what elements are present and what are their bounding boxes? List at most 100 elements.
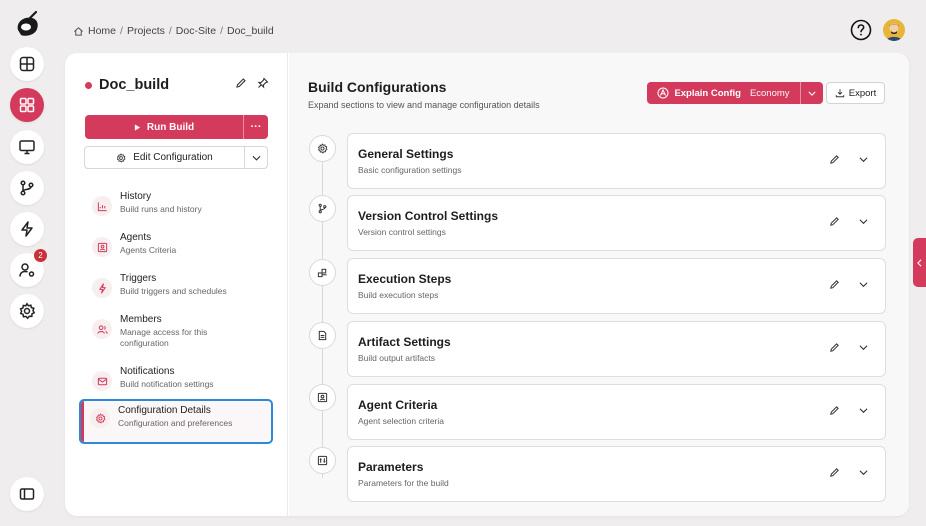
agent-icon (97, 242, 107, 252)
nav-item-title: History (120, 191, 152, 202)
nav-icon-wrap (92, 278, 112, 298)
bolt-icon (98, 282, 106, 294)
run-build-button[interactable]: Run Build (85, 115, 244, 139)
section-step-marker (309, 259, 336, 286)
ai-icon (657, 87, 669, 99)
rail-triggers-button[interactable] (10, 212, 44, 246)
section-subtitle: Version control settings (358, 227, 446, 237)
section-agent-criteria[interactable]: Agent Criteria Agent selection criteria (347, 384, 886, 440)
steps-icon (317, 268, 327, 278)
breadcrumb-site[interactable]: Doc-Site (176, 25, 216, 37)
export-button[interactable]: Export (826, 82, 885, 104)
rail-sidebar-toggle-button[interactable] (10, 477, 44, 511)
nav-icon-wrap (92, 237, 112, 257)
gear-icon (117, 152, 126, 163)
nav-item-subtitle: Build runs and history (120, 204, 202, 214)
nav-item-members[interactable]: Members Manage access for this configura… (83, 314, 271, 349)
section-general-settings[interactable]: General Settings Basic configuration set… (347, 133, 886, 189)
parameters-icon (317, 455, 328, 466)
pencil-icon[interactable] (829, 216, 840, 227)
explain-config-dropdown[interactable] (801, 82, 823, 104)
section-title: General Settings (358, 147, 454, 161)
git-branch-icon (318, 203, 327, 214)
nav-item-subtitle: Configuration and preferences (118, 418, 233, 428)
app-logo-icon[interactable] (12, 10, 42, 40)
pencil-icon[interactable] (235, 77, 247, 89)
breadcrumb-separator: / (168, 25, 172, 37)
git-branch-icon (20, 180, 34, 196)
explain-mode-label: Economy (749, 87, 790, 99)
play-icon (134, 123, 141, 131)
nav-item-configuration-details[interactable]: Configuration Details Configuration and … (79, 399, 273, 444)
rail-vcs-button[interactable] (10, 171, 44, 205)
dashboard-icon (19, 97, 35, 113)
chevron-left-icon (917, 258, 922, 267)
sidebar-toggle-icon (19, 488, 35, 500)
breadcrumb-home[interactable]: Home (88, 25, 116, 37)
section-parameters[interactable]: Parameters Parameters for the build (347, 446, 886, 502)
chevron-down-icon[interactable] (859, 469, 868, 476)
side-panel-toggle[interactable] (913, 238, 926, 287)
section-version-control-settings[interactable]: Version Control Settings Version control… (347, 195, 886, 251)
rail-dashboard-button[interactable] (10, 88, 44, 122)
explain-config-button[interactable]: Explain Config Economy (647, 82, 801, 104)
breadcrumb-separator: / (220, 25, 223, 37)
nav-item-agents[interactable]: Agents Agents Criteria (83, 232, 271, 257)
breadcrumb-projects[interactable]: Projects (127, 25, 165, 37)
pencil-icon[interactable] (829, 279, 840, 290)
section-title: Version Control Settings (358, 209, 499, 223)
project-name: Doc_build (99, 77, 170, 93)
gear-icon (95, 412, 106, 424)
breadcrumb-separator: / (120, 25, 123, 37)
chevron-down-icon[interactable] (859, 407, 868, 414)
section-artifact-settings[interactable]: Artifact Settings Build output artifacts (347, 321, 886, 377)
rail-settings-button[interactable] (10, 294, 44, 328)
nav-item-history[interactable]: History Build runs and history (83, 191, 271, 216)
bolt-icon (21, 221, 33, 237)
section-step-marker (309, 322, 336, 349)
nav-item-title: Agents (120, 232, 152, 243)
gear-icon (19, 302, 36, 320)
pin-icon[interactable] (257, 77, 269, 89)
layout-icon (19, 56, 35, 72)
edit-configuration-label: Edit Configuration (133, 152, 213, 163)
section-subtitle: Basic configuration settings (358, 165, 462, 175)
chevron-down-icon[interactable] (859, 218, 868, 225)
nav-item-notifications[interactable]: Notifications Build notification setting… (83, 366, 271, 391)
section-subtitle: Parameters for the build (358, 478, 449, 488)
agent-icon (317, 392, 328, 403)
nav-item-subtitle: configuration (120, 338, 169, 348)
chevron-down-icon[interactable] (859, 281, 868, 288)
rail-layout-button[interactable] (10, 47, 44, 81)
mail-icon (97, 377, 107, 385)
page-subtitle: Expand sections to view and manage confi… (308, 100, 540, 110)
nav-icon-wrap (92, 196, 112, 216)
nav-item-subtitle: Manage access for this (120, 327, 208, 337)
pencil-icon[interactable] (829, 467, 840, 478)
pencil-icon[interactable] (829, 342, 840, 353)
nav-item-triggers[interactable]: Triggers Build triggers and schedules (83, 273, 271, 298)
home-icon[interactable] (73, 26, 84, 37)
edit-configuration-button[interactable]: Edit Configuration (85, 147, 245, 168)
avatar[interactable] (883, 19, 905, 41)
edit-configuration-dropdown[interactable] (245, 147, 267, 168)
nav-item-subtitle: Build notification settings (120, 379, 214, 389)
help-icon[interactable] (850, 19, 872, 41)
section-execution-steps[interactable]: Execution Steps Build execution steps (347, 258, 886, 314)
pencil-icon[interactable] (829, 405, 840, 416)
rail-monitor-button[interactable] (10, 130, 44, 164)
nav-icon-wrap (92, 319, 112, 339)
user-avatar-icon (886, 23, 902, 41)
nav-icon-wrap (90, 408, 110, 428)
rail-users-button[interactable]: 2 (10, 249, 47, 287)
status-dot (85, 81, 92, 89)
build-configurations-panel: Build Configurations Expand sections to … (289, 53, 909, 516)
chevron-down-icon[interactable] (859, 156, 868, 163)
page-title: Build Configurations (308, 79, 447, 95)
section-title: Execution Steps (358, 272, 452, 286)
run-more-button[interactable]: ··· (244, 115, 268, 139)
pencil-icon[interactable] (829, 154, 840, 165)
chevron-down-icon[interactable] (859, 344, 868, 351)
breadcrumb-current: Doc_build (226, 25, 274, 37)
nav-item-title: Notifications (120, 366, 175, 377)
